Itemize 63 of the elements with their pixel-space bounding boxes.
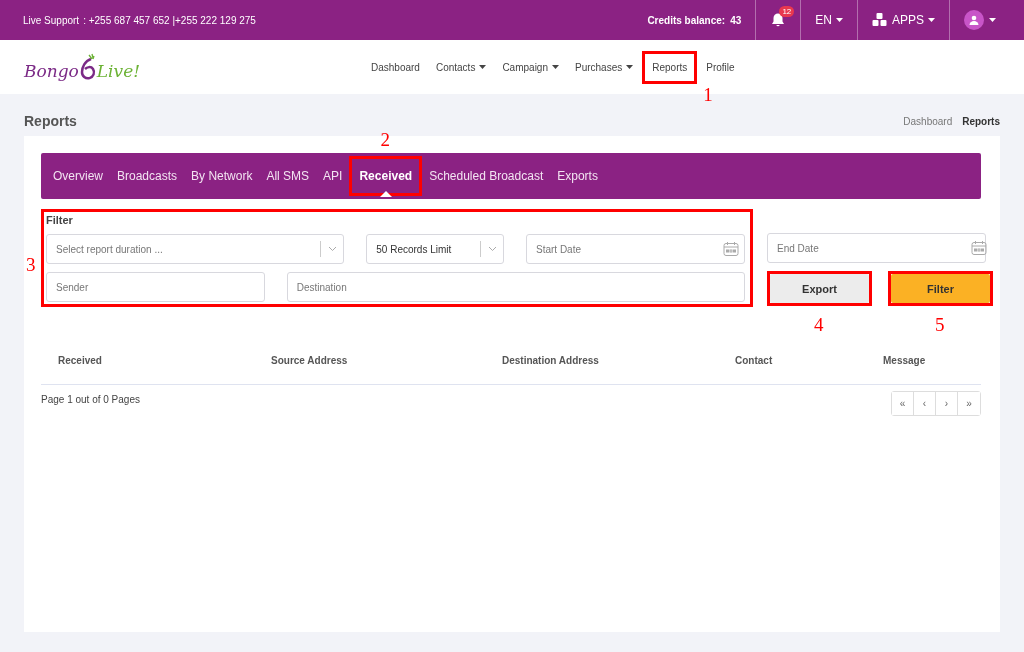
column-header: Contact (735, 355, 774, 366)
annotation-number: 5 (935, 314, 945, 336)
annotation-number: 3 (26, 254, 36, 276)
page-title: Reports (24, 113, 77, 129)
page-summary: Page 1 out of 0 Pages (41, 394, 140, 407)
filter-button[interactable]: Filter (891, 274, 990, 303)
nav-link[interactable]: Reports (645, 53, 695, 81)
chevron-down-icon (328, 246, 338, 252)
nav-link[interactable]: Purchases (568, 53, 641, 81)
calendar-icon (971, 240, 987, 256)
support-label: Live Support (23, 14, 80, 26)
calendar-icon (723, 241, 739, 257)
tab[interactable]: Exports (550, 159, 605, 193)
end-date-field[interactable]: End Date (767, 233, 986, 263)
notification-count: 12 (779, 6, 795, 17)
logo-text: Live! (96, 61, 141, 81)
breadcrumb-link[interactable]: Reports (962, 115, 1000, 127)
column-header: Destination Address (502, 355, 600, 366)
pager-button[interactable]: « (892, 392, 914, 415)
column-header: Source Address (271, 355, 349, 366)
tab[interactable]: By Network (184, 159, 260, 193)
caret-icon (479, 65, 487, 69)
avatar[interactable] (964, 10, 984, 30)
nav-link[interactable]: Contacts (428, 53, 494, 81)
export-button[interactable]: Export (770, 274, 869, 303)
caret-icon (928, 18, 935, 22)
nav-link[interactable]: Dashboard (364, 53, 427, 81)
start-date-field[interactable]: Start Date (526, 234, 745, 264)
column-header: Message (883, 355, 927, 366)
tab[interactable]: All SMS (259, 159, 317, 193)
credits-label: Credits balance: (647, 14, 726, 26)
logo-mark-icon (78, 53, 97, 81)
nav-link[interactable]: Campaign (495, 53, 566, 81)
caret-icon (989, 18, 996, 22)
tab[interactable]: API (316, 159, 350, 193)
caret-icon (626, 65, 634, 69)
user-icon (969, 15, 979, 25)
annotation-number: 1 (703, 83, 713, 106)
bell-icon[interactable] (770, 12, 787, 28)
chevron-down-icon (488, 246, 497, 252)
filter-label: Filter (46, 214, 74, 226)
tab[interactable]: Overview (46, 159, 110, 193)
active-tab-caret-icon (379, 191, 392, 197)
duration-select[interactable]: Select report duration ... (46, 234, 345, 264)
column-header: Received (58, 355, 103, 366)
destination-field[interactable]: Destination (286, 272, 745, 302)
breadcrumb-link[interactable]: Dashboard (903, 115, 953, 127)
nav-link[interactable]: Profile (699, 53, 742, 81)
tab[interactable]: Broadcasts (110, 159, 185, 193)
credits-value: 43 (730, 14, 742, 26)
records-limit-select[interactable]: 50 Records Limit (366, 234, 504, 264)
tab[interactable]: Scheduled Broadcast (422, 159, 551, 193)
cubes-icon (872, 13, 887, 27)
sender-field[interactable]: Sender (46, 272, 265, 302)
support-numbers: : +255 687 457 652 |+255 222 129 275 (83, 14, 256, 26)
language-menu[interactable]: EN (815, 13, 843, 27)
tab[interactable]: Received (352, 159, 420, 193)
caret-icon (836, 18, 843, 22)
logo-text: Bongo (24, 61, 79, 81)
annotation-number: 4 (814, 314, 824, 336)
caret-icon (552, 65, 559, 69)
apps-menu[interactable]: APPS (892, 13, 935, 27)
annotation-number: 2 (380, 129, 390, 151)
